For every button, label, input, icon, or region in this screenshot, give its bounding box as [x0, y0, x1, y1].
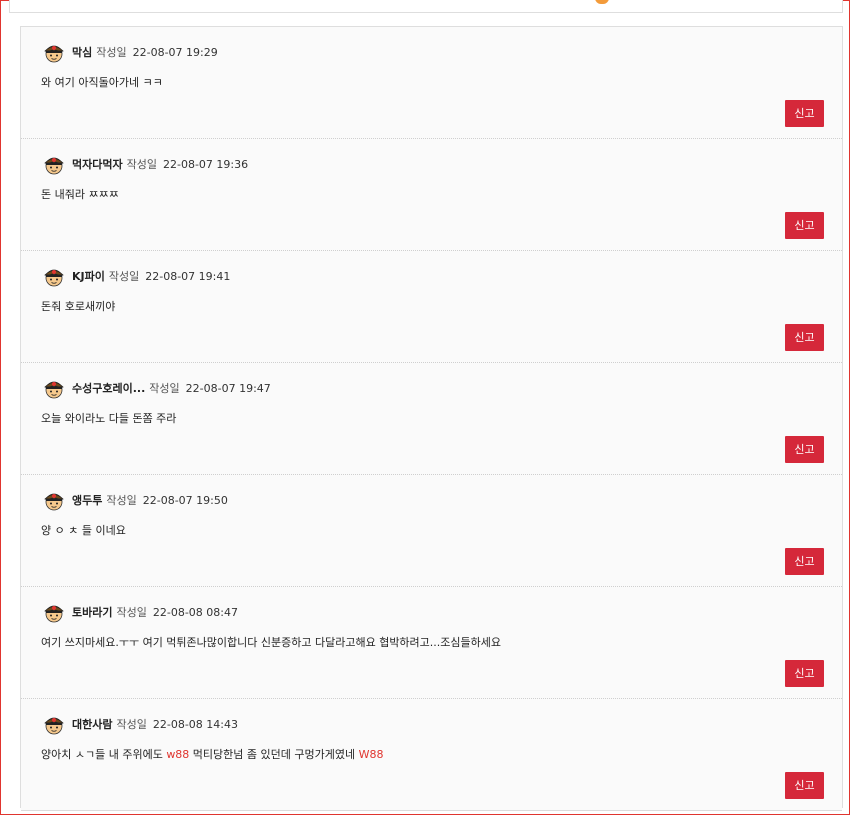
date-label: 작성일: [126, 158, 157, 171]
date-label: 작성일: [116, 606, 147, 619]
comment-meta: 먹자다먹자 작성일 22-08-07 19:36: [43, 152, 248, 176]
soldier-avatar-icon: [43, 601, 65, 623]
comment-text: 와 여기 아직돌아가네 ㅋㅋ: [41, 76, 163, 89]
comment-meta: 앵두투 작성일 22-08-07 19:50: [43, 488, 228, 512]
comment-item: 앵두투 작성일 22-08-07 19:50 양 ㅇ ㅊ 들 이네요 신고: [21, 475, 842, 587]
comment-date: 22-08-07 19:50: [142, 493, 228, 507]
report-button[interactable]: 신고: [785, 772, 824, 799]
soldier-avatar-icon: [43, 41, 65, 63]
comment-date: 22-08-07 19:47: [185, 381, 271, 395]
comment-list: 막심 작성일 22-08-07 19:29 와 여기 아직돌아가네 ㅋㅋ 신고 …: [20, 26, 843, 811]
comment-item: 수성구호레이... 작성일 22-08-07 19:47 오늘 와이라노 다들 …: [21, 363, 842, 475]
comment-meta: KJ파이 작성일 22-08-07 19:41: [43, 264, 230, 288]
previous-card-edge: [9, 0, 843, 13]
report-button[interactable]: 신고: [785, 324, 824, 351]
comment-date: 22-08-07 19:36: [162, 157, 249, 171]
date-label: 작성일: [149, 382, 180, 395]
soldier-avatar-icon: [43, 265, 65, 287]
comment-author[interactable]: 토바라기: [72, 604, 112, 620]
report-button[interactable]: 신고: [785, 660, 824, 687]
comment-author[interactable]: 수성구호레이...: [72, 380, 145, 396]
comment-author[interactable]: 막심: [72, 44, 92, 60]
date-label: 작성일: [106, 494, 137, 507]
comment-text: 여기 쓰지마세요.ㅜㅜ 여기 먹튀존나많이합니다 신분증하고 다달라고해요 협박…: [41, 636, 502, 649]
comment-author[interactable]: 대한사람: [72, 716, 112, 732]
comment-date: 22-08-07 19:41: [145, 269, 231, 283]
report-button[interactable]: 신고: [785, 100, 824, 127]
soldier-avatar-icon: [43, 489, 65, 511]
comment-author[interactable]: 먹자다먹자: [72, 156, 123, 172]
comment-item: 대한사람 작성일 22-08-08 14:43 양아치 ㅅㄱ들 내 주위에도 w…: [21, 699, 842, 811]
date-label: 작성일: [108, 270, 140, 283]
comment-meta: 토바라기 작성일 22-08-08 08:47: [43, 600, 238, 624]
highlight-keyword: W88: [358, 748, 384, 761]
comment-text: 양 ㅇ ㅊ 들 이네요: [41, 524, 126, 537]
comment-text: 양아치 ㅅㄱ들 내 주위에도 w88 먹티당한넘 좀 있던데 구멍가게였네 W8…: [41, 746, 383, 762]
comment-text: 돈 내줘라 ㅉㅉㅉ: [41, 188, 119, 201]
report-button[interactable]: 신고: [785, 212, 824, 239]
comment-author[interactable]: 앵두투: [72, 492, 102, 508]
comment-item: KJ파이 작성일 22-08-07 19:41 돈줘 호로새끼야 신고: [21, 251, 842, 363]
comment-meta: 수성구호레이... 작성일 22-08-07 19:47: [43, 376, 271, 400]
highlight-keyword: w88: [166, 748, 190, 761]
date-label: 작성일: [116, 718, 147, 731]
comment-item: 토바라기 작성일 22-08-08 08:47 여기 쓰지마세요.ㅜㅜ 여기 먹…: [21, 587, 842, 699]
soldier-avatar-icon: [43, 713, 65, 735]
soldier-avatar-icon: [43, 153, 65, 175]
comment-text-part: 먹티당한넘 좀 있던데 구멍가게였네: [189, 748, 359, 761]
report-button[interactable]: 신고: [785, 436, 824, 463]
comment-text: 돈줘 호로새끼야: [41, 300, 116, 313]
comment-author[interactable]: KJ파이: [72, 268, 105, 284]
soldier-avatar-icon: [43, 377, 65, 399]
comment-text-part: 양아치 ㅅㄱ들 내 주위에도: [41, 748, 167, 761]
date-label: 작성일: [96, 46, 127, 59]
comment-meta: 막심 작성일 22-08-07 19:29: [43, 40, 218, 64]
comment-date: 22-08-08 08:47: [152, 605, 238, 619]
comment-item: 막심 작성일 22-08-07 19:29 와 여기 아직돌아가네 ㅋㅋ 신고: [21, 27, 842, 139]
comment-meta: 대한사람 작성일 22-08-08 14:43: [43, 712, 238, 736]
orange-badge-icon: [595, 0, 609, 4]
report-button[interactable]: 신고: [785, 548, 824, 575]
comment-date: 22-08-08 14:43: [152, 717, 238, 731]
comment-text: 오늘 와이라노 다들 돈쫌 주라: [41, 412, 177, 425]
comment-item: 먹자다먹자 작성일 22-08-07 19:36 돈 내줘라 ㅉㅉㅉ 신고: [21, 139, 842, 251]
comment-date: 22-08-07 19:29: [132, 45, 218, 59]
